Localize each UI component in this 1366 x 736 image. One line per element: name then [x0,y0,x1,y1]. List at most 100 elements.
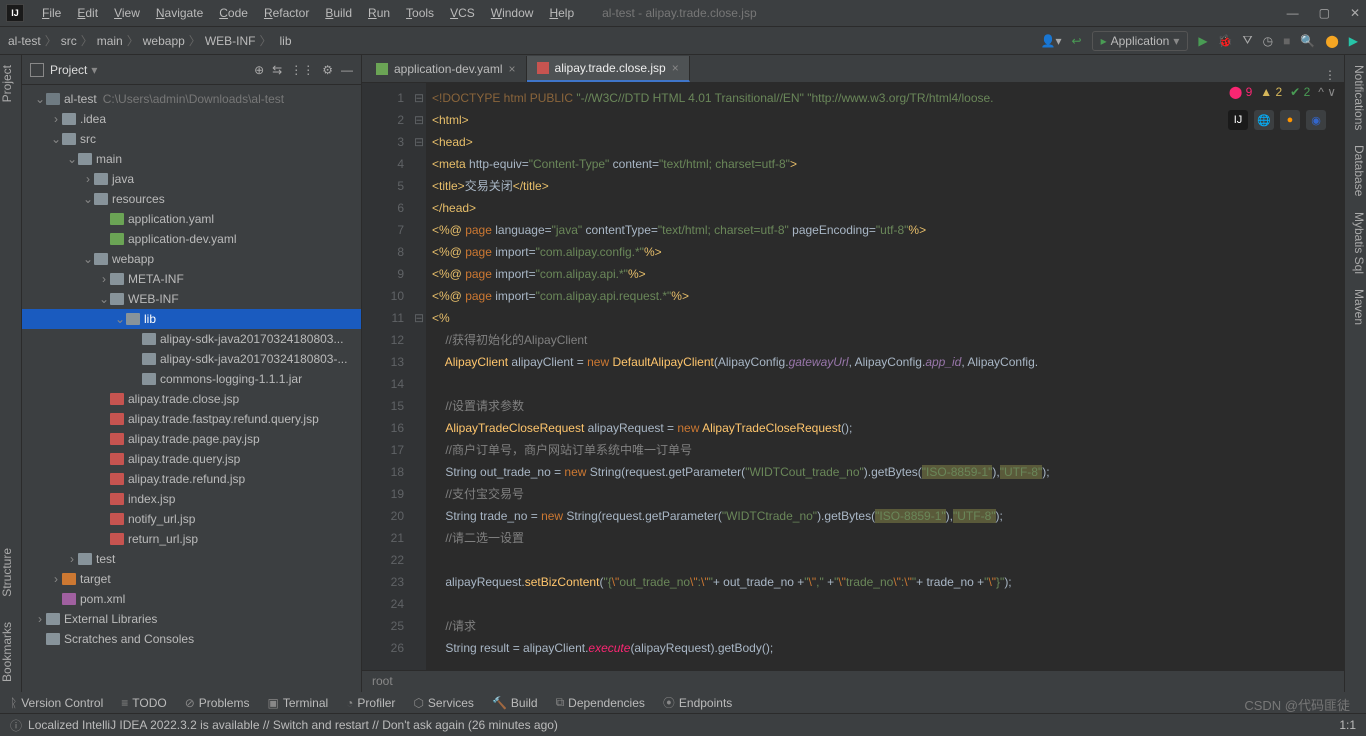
chrome-icon[interactable]: 🌐 [1254,110,1274,130]
tool-terminal[interactable]: ▣ Terminal [267,694,328,711]
edge-icon[interactable]: ◉ [1306,110,1326,130]
back-arrow-icon[interactable]: ↩ [1072,34,1082,48]
profile-button[interactable]: ◷ [1263,34,1273,48]
tree-node[interactable]: alipay.trade.page.pay.jsp [22,429,361,449]
editor-tab[interactable]: application-dev.yaml× [366,56,527,82]
debug-button[interactable]: 🐞 [1218,34,1233,48]
menu-window[interactable]: Window [483,6,542,20]
run-button[interactable]: ▶ [1198,34,1207,48]
close-tab-icon[interactable]: × [672,61,679,75]
tree-node[interactable]: ›META-INF [22,269,361,289]
breadcrumb-item[interactable]: src [61,34,77,48]
breadcrumb-item[interactable]: al-test [8,34,41,48]
tree-node[interactable]: ⌄lib [22,309,361,329]
maximize-button[interactable]: ▢ [1319,6,1330,20]
tree-node[interactable]: Scratches and Consoles [22,629,361,649]
tool-bookmarks[interactable]: Bookmarks [0,622,21,682]
intellij-icon[interactable]: IJ [1228,110,1248,130]
tabs-options-icon[interactable]: ⋮ [1324,68,1344,82]
inspection-widget[interactable]: ⬤ 9 ▲ 2 ✔ 2 ^ ∨ [1229,85,1336,99]
tree-node[interactable]: return_url.jsp [22,529,361,549]
hide-icon[interactable]: — [341,63,353,77]
editor-breadcrumb[interactable]: root [362,670,1344,692]
code-area[interactable]: <!DOCTYPE html PUBLIC "-//W3C//DTD HTML … [426,83,1344,670]
tree-node[interactable]: alipay.trade.query.jsp [22,449,361,469]
user-icon[interactable]: 👤▾ [1041,34,1062,48]
menu-code[interactable]: Code [211,6,256,20]
breadcrumb-item[interactable]: lib [276,34,292,48]
tool-build[interactable]: 🔨 Build [492,694,538,711]
stop-button[interactable]: ■ [1283,34,1290,48]
tool-project[interactable]: Project [0,65,21,102]
tool-notifications[interactable]: Notifications [1345,65,1366,130]
close-tab-icon[interactable]: × [509,62,516,76]
run-config-selector[interactable]: ▸ Application ▾ [1092,31,1189,51]
menu-file[interactable]: File [34,6,69,20]
tool-profiler[interactable]: ◔ Profiler [346,694,395,711]
tree-node[interactable]: ⌄resources [22,189,361,209]
tool-database[interactable]: Database [1345,145,1366,196]
editor-tab[interactable]: alipay.trade.close.jsp× [527,56,690,82]
tree-node[interactable]: ⌄WEB-INF [22,289,361,309]
menu-vcs[interactable]: VCS [442,6,483,20]
tool-maven[interactable]: Maven [1345,289,1366,325]
tree-node[interactable]: application-dev.yaml [22,229,361,249]
run-anything-icon[interactable]: ▶ [1349,34,1358,48]
tree-node[interactable]: alipay-sdk-java20170324180803... [22,329,361,349]
search-button[interactable]: 🔍 [1300,34,1315,48]
tool-todo[interactable]: ≡ TODO [121,694,166,711]
breadcrumb-item[interactable]: webapp [143,34,185,48]
tree-node[interactable]: ›test [22,549,361,569]
caret-position[interactable]: 1:1 [1339,718,1356,732]
menu-refactor[interactable]: Refactor [256,6,317,20]
tree-node[interactable]: ›External Libraries [22,609,361,629]
tree-node[interactable]: notify_url.jsp [22,509,361,529]
tool-structure[interactable]: Structure [0,548,21,597]
settings-icon[interactable]: ⚙ [322,63,333,77]
menu-view[interactable]: View [106,6,148,20]
menu-build[interactable]: Build [317,6,360,20]
tree-node[interactable]: alipay-sdk-java20170324180803-... [22,349,361,369]
minimize-button[interactable]: — [1287,6,1299,20]
tool-dependencies[interactable]: ⧉ Dependencies [556,694,645,711]
warn-count: 2 [1275,85,1282,99]
breadcrumb-item[interactable]: WEB-INF [205,34,256,48]
tool-services[interactable]: ⬡ Services [413,694,474,711]
tree-node[interactable]: index.jsp [22,489,361,509]
tree-node[interactable]: ›.idea [22,109,361,129]
tree-node[interactable]: alipay.trade.fastpay.refund.query.jsp [22,409,361,429]
window-title: al-test - alipay.trade.close.jsp [602,6,757,20]
ide-assist-icon[interactable]: ⬤ [1325,34,1338,48]
collapse-all-icon[interactable]: ⋮⋮ [290,63,314,77]
select-opened-icon[interactable]: ⊕ [254,63,264,77]
tree-node[interactable]: ›target [22,569,361,589]
menu-help[interactable]: Help [541,6,582,20]
tool-mybatis[interactable]: Mybatis Sql [1345,212,1366,274]
tree-node[interactable]: alipay.trade.refund.jsp [22,469,361,489]
tool-problems[interactable]: ⊘ Problems [185,694,250,711]
menu-run[interactable]: Run [360,6,398,20]
close-button[interactable]: ✕ [1350,6,1360,20]
project-tree[interactable]: ⌄al-test C:\Users\admin\Downloads\al-tes… [22,85,361,692]
tree-node[interactable]: alipay.trade.close.jsp [22,389,361,409]
breadcrumb-item[interactable]: main [97,34,123,48]
tool-version-control[interactable]: ᚱ Version Control [10,694,103,711]
tree-node[interactable]: ›java [22,169,361,189]
tree-node[interactable]: ⌄al-test C:\Users\admin\Downloads\al-tes… [22,89,361,109]
tool-endpoints[interactable]: ⦿ Endpoints [663,694,732,711]
tree-node[interactable]: ⌄main [22,149,361,169]
menu-navigate[interactable]: Navigate [148,6,211,20]
menu-tools[interactable]: Tools [398,6,442,20]
firefox-icon[interactable]: ● [1280,110,1300,130]
coverage-button[interactable]: ⛛ [1243,33,1253,48]
tree-node[interactable]: application.yaml [22,209,361,229]
menu-edit[interactable]: Edit [69,6,106,20]
code-editor[interactable]: 1234567891011121314151617181920212223242… [362,83,1344,670]
status-message[interactable]: Localized IntelliJ IDEA 2022.3.2 is avai… [28,718,558,732]
fold-gutter[interactable]: ⊟⊟⊟⊟ [412,83,426,670]
tree-node[interactable]: pom.xml [22,589,361,609]
tree-node[interactable]: commons-logging-1.1.1.jar [22,369,361,389]
tree-node[interactable]: ⌄webapp [22,249,361,269]
expand-all-icon[interactable]: ⇆ [272,63,282,77]
tree-node[interactable]: ⌄src [22,129,361,149]
